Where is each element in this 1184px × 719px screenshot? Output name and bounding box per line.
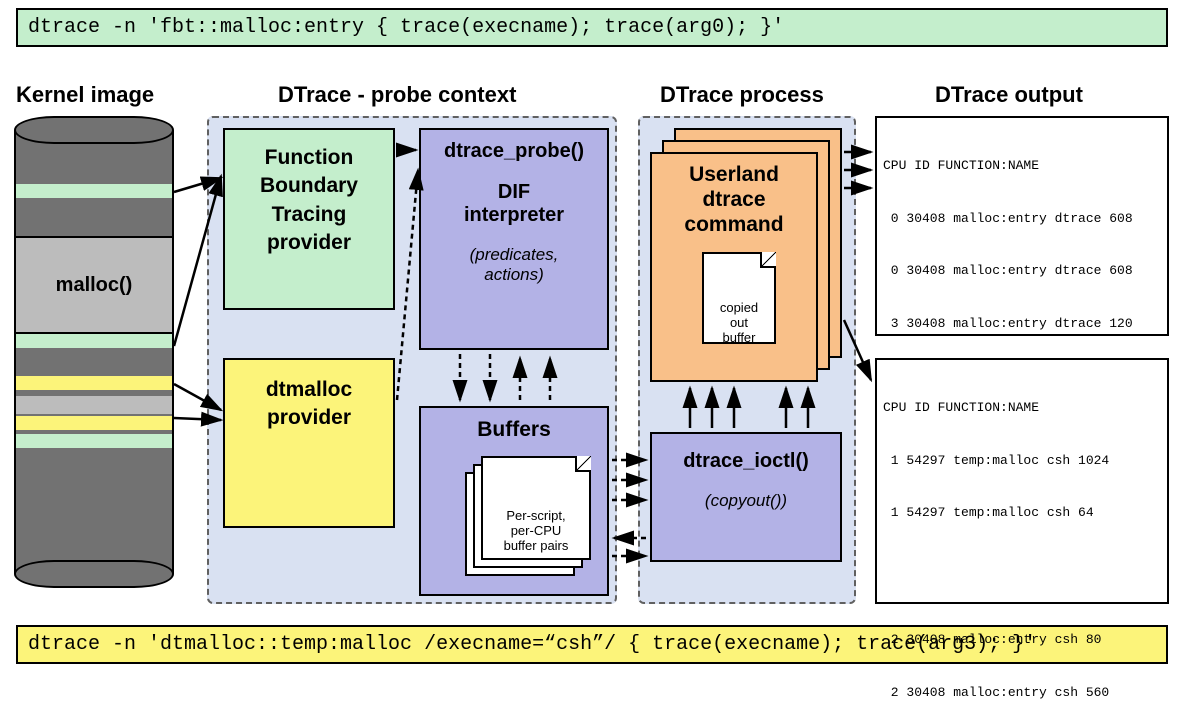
output-row: 1 54297 temp:malloc csh 64 bbox=[883, 504, 1161, 522]
heading-kernel: Kernel image bbox=[16, 82, 154, 108]
buffer-paper-front: Per-script, per-CPU buffer pairs bbox=[481, 456, 591, 560]
heading-process: DTrace process bbox=[660, 82, 824, 108]
dtmalloc-provider: dtmalloc provider bbox=[223, 358, 395, 528]
dtrace-probe-box: dtrace_probe() DIF interpreter (predicat… bbox=[419, 128, 609, 350]
userland-label: Userland dtrace command bbox=[652, 162, 816, 238]
output-row: 3 30408 malloc:entry dtrace 120 bbox=[883, 315, 1161, 333]
output-row: 0 30408 malloc:entry dtrace 608 bbox=[883, 262, 1161, 280]
paper-fold-icon bbox=[575, 456, 591, 472]
heading-probe-context: DTrace - probe context bbox=[278, 82, 516, 108]
copyout-label: (copyout()) bbox=[652, 491, 840, 511]
fbt-provider: Function Boundary Tracing provider bbox=[223, 128, 395, 310]
output-row: 1 54297 temp:malloc csh 1024 bbox=[883, 452, 1161, 470]
output-row: 0 30408 malloc:entry dtrace 608 bbox=[883, 210, 1161, 228]
output-bottom: CPU ID FUNCTION:NAME 1 54297 temp:malloc… bbox=[875, 358, 1169, 604]
output-row: 2 30408 malloc:entry csh 560 bbox=[883, 684, 1161, 702]
buffer-note: Per-script, per-CPU buffer pairs bbox=[504, 508, 569, 553]
output-top: CPU ID FUNCTION:NAME 0 30408 malloc:entr… bbox=[875, 116, 1169, 336]
malloc-label: malloc() bbox=[16, 236, 172, 334]
buffers-box: Buffers Per-script, per-CPU buffer pairs bbox=[419, 406, 609, 596]
userland-front: Userland dtrace command copied out buffe… bbox=[650, 152, 818, 382]
output-row: 2 30408 malloc:entry csh 80 bbox=[883, 631, 1161, 649]
predicates-label: (predicates, actions) bbox=[421, 245, 607, 285]
buffers-title: Buffers bbox=[421, 418, 607, 442]
command-top: dtrace -n 'fbt::malloc:entry { trace(exe… bbox=[16, 8, 1168, 47]
ioctl-label: dtrace_ioctl() bbox=[652, 450, 840, 473]
copied-buffer-paper: copied out buffer bbox=[702, 252, 776, 344]
kernel-image: malloc() bbox=[14, 116, 174, 588]
copied-buffer-label: copied out buffer bbox=[720, 300, 758, 345]
dtrace-ioctl-box: dtrace_ioctl() (copyout()) bbox=[650, 432, 842, 562]
dif-interpreter-label: DIF interpreter bbox=[421, 181, 607, 227]
heading-output: DTrace output bbox=[935, 82, 1083, 108]
paper-fold-icon bbox=[760, 252, 776, 268]
output-header: CPU ID FUNCTION:NAME bbox=[883, 399, 1161, 417]
dtrace-probe-label: dtrace_probe() bbox=[421, 140, 607, 163]
output-header: CPU ID FUNCTION:NAME bbox=[883, 157, 1161, 175]
